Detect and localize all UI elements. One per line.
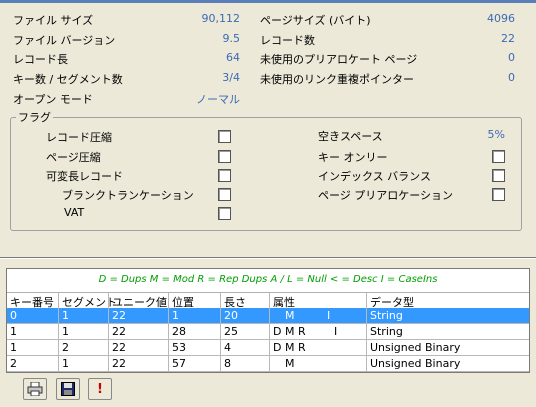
cell-attributes: M (285, 309, 295, 322)
cell-position: 57 (172, 357, 186, 370)
column-divider (366, 293, 367, 371)
table-row[interactable]: 1 2 22 53 4 D M R Unsigned Binary (7, 340, 529, 356)
flag-record-compression-checkbox[interactable] (218, 130, 231, 143)
page-size-label: ページサイズ (バイト) (260, 14, 371, 27)
exclamation-icon: ! (97, 381, 103, 397)
column-divider (168, 293, 169, 371)
cell-segment: 1 (62, 325, 69, 338)
cell-attributes: M (285, 357, 295, 370)
unused-dup-pointers-label: 未使用のリンク重複ポインター (260, 73, 414, 86)
record-length-value: 64 (226, 51, 240, 64)
file-version-label: ファイル バージョン (13, 34, 116, 47)
file-version-value: 9.5 (222, 32, 241, 45)
cell-attributes: D M R (273, 341, 306, 354)
file-size-label: ファイル サイズ (13, 14, 94, 27)
attribute-legend: D = Dups M = Mod R = Rep Dups A / L = Nu… (98, 274, 438, 285)
open-mode-value: ノーマル (196, 93, 240, 106)
unused-dup-pointers-value: 0 (508, 71, 515, 84)
page-size-value: 4096 (487, 12, 515, 25)
flag-vat-label: VAT (64, 206, 85, 219)
flag-index-balance-label: インデックス バランス (318, 170, 431, 183)
cell-length: 4 (224, 341, 231, 354)
column-divider (108, 293, 109, 371)
cell-attributes-caseins: I (334, 325, 338, 338)
column-divider (220, 293, 221, 371)
unused-prealloc-pages-value: 0 (508, 51, 515, 64)
cell-segment: 1 (62, 309, 69, 322)
cell-length: 25 (224, 325, 238, 338)
flag-page-preallocation-label: ページ プリアロケーション (318, 189, 454, 202)
cell-data-type: Unsigned Binary (370, 357, 461, 370)
flag-page-compression-checkbox[interactable] (218, 150, 231, 163)
flag-page-compression-label: ページ圧縮 (46, 151, 101, 164)
cell-unique-values: 22 (112, 341, 126, 354)
cell-position: 1 (172, 309, 179, 322)
cell-unique-values: 22 (112, 357, 126, 370)
save-button[interactable] (56, 378, 80, 400)
free-space-label: 空きスペース (318, 130, 383, 143)
cell-key-number: 1 (10, 325, 17, 338)
flag-index-balance-checkbox[interactable] (492, 169, 505, 182)
print-button[interactable] (23, 378, 47, 400)
record-length-label: レコード長 (13, 53, 68, 66)
cell-unique-values: 22 (112, 325, 126, 338)
cell-segment: 2 (62, 341, 69, 354)
flags-group-title: フラグ (16, 109, 53, 125)
cell-data-type: Unsigned Binary (370, 341, 461, 354)
flag-page-preallocation-checkbox[interactable] (492, 188, 505, 201)
key-table: D = Dups M = Mod R = Rep Dups A / L = Nu… (6, 268, 530, 373)
cell-data-type: String (370, 325, 403, 338)
cell-attributes: D M R (273, 325, 306, 338)
cell-key-number: 1 (10, 341, 17, 354)
cell-position: 28 (172, 325, 186, 338)
flag-blank-truncation-checkbox[interactable] (218, 188, 231, 201)
cell-length: 8 (224, 357, 231, 370)
flag-vat-checkbox[interactable] (218, 207, 231, 220)
column-divider (58, 293, 59, 371)
table-row[interactable]: 1 1 22 28 25 D M R I String (7, 324, 529, 340)
flag-key-only-label: キー オンリー (318, 151, 388, 164)
cell-position: 53 (172, 341, 186, 354)
table-row[interactable]: 2 1 22 57 8 M Unsigned Binary (7, 356, 529, 372)
cell-key-number: 0 (10, 309, 17, 322)
flag-key-only-checkbox[interactable] (492, 150, 505, 163)
column-divider (269, 293, 270, 371)
unused-prealloc-pages-label: 未使用のプリアロケート ページ (260, 53, 418, 66)
keys-segments-label: キー数 / セグメント数 (13, 73, 123, 86)
cell-length: 20 (224, 309, 238, 322)
free-space-value: 5% (487, 128, 505, 141)
open-mode-label: オープン モード (13, 93, 93, 106)
record-count-value: 22 (501, 32, 515, 45)
keys-segments-value: 3/4 (222, 71, 240, 84)
flag-blank-truncation-label: ブランクトランケーション (62, 189, 194, 202)
file-size-value: 90,112 (201, 12, 241, 25)
key-table-header: キー番号 セグメント ユニーク値 位置 長さ 属性 データ型 (7, 292, 529, 309)
section-divider-highlight (0, 258, 536, 259)
cell-attributes-caseins: I (327, 309, 331, 322)
cell-segment: 1 (62, 357, 69, 370)
flag-variable-length-label: 可変長レコード (46, 170, 123, 183)
cell-unique-values: 22 (112, 309, 126, 322)
floppy-icon (61, 382, 75, 396)
cell-key-number: 2 (10, 357, 17, 370)
window-top-edge (0, 0, 536, 3)
record-count-label: レコード数 (260, 34, 315, 47)
flag-record-compression-label: レコード圧縮 (46, 131, 112, 144)
printer-icon (27, 382, 43, 396)
table-row[interactable]: 0 1 22 1 20 M I String (7, 308, 529, 324)
alert-button[interactable]: ! (88, 378, 112, 400)
flag-variable-length-checkbox[interactable] (218, 169, 231, 182)
cell-data-type: String (370, 309, 403, 322)
